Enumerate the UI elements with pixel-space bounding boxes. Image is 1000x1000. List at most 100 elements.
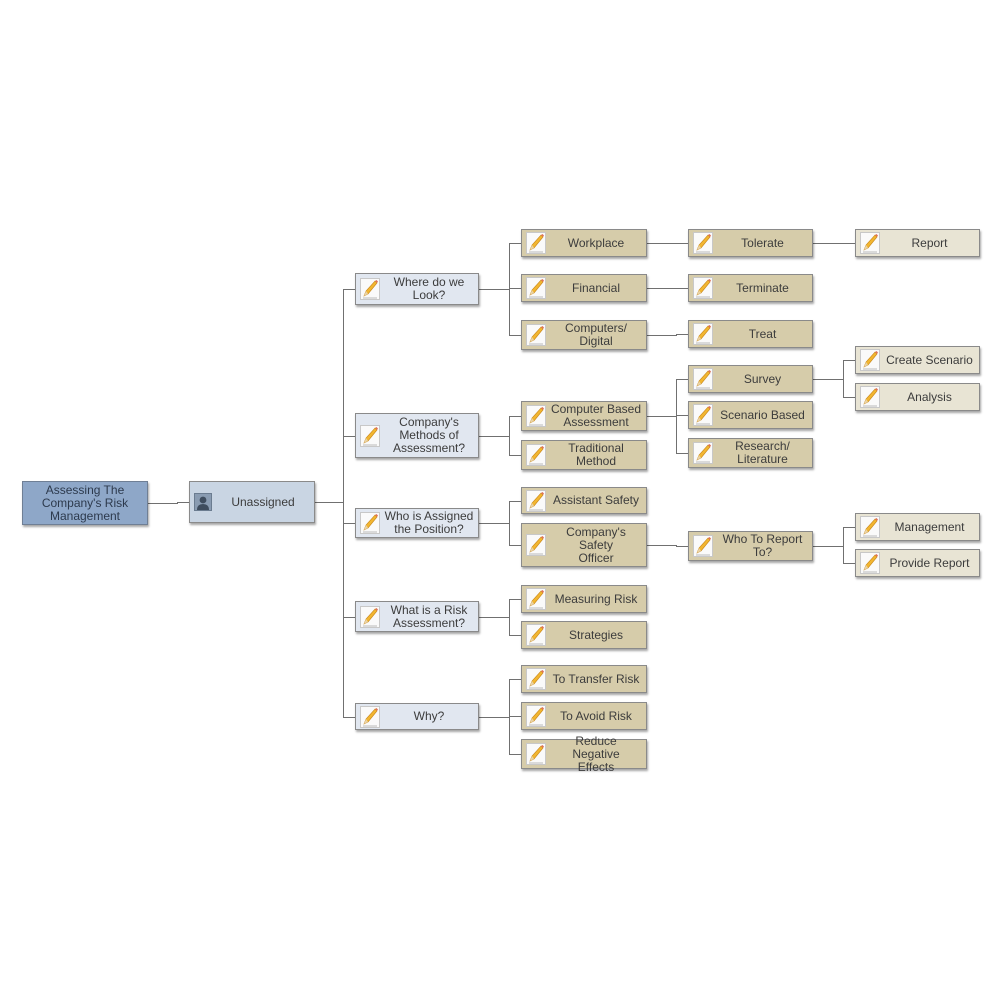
topic-label: Unassigned (231, 494, 295, 509)
pencil-note-icon[interactable] (860, 552, 880, 574)
pencil-note-icon[interactable] (526, 624, 546, 646)
connector-layer (148, 243, 855, 755)
connector-methods-cba (479, 416, 521, 437)
topic-node-workplace[interactable]: Workplace (521, 229, 647, 257)
topic-node-scenario[interactable]: Scenario Based (688, 401, 813, 429)
topic-node-computers[interactable]: Computers/ Digital (521, 320, 647, 350)
connector-whoreport-management (813, 527, 855, 547)
pencil-note-icon[interactable] (693, 368, 713, 390)
pencil-note-icon[interactable] (360, 605, 380, 628)
topic-node-financial[interactable]: Financial (521, 274, 647, 302)
topic-node-root[interactable]: Assessing The Company's Risk Management (22, 481, 148, 525)
pencil-note-icon[interactable] (526, 588, 546, 610)
connector-survey-create (813, 360, 855, 380)
topic-label: Computers/ Digital (564, 321, 628, 348)
pencil-note-icon[interactable] (860, 386, 880, 408)
topic-node-create[interactable]: Create Scenario (855, 346, 980, 374)
pencil-note-icon[interactable] (360, 278, 380, 300)
topic-node-why[interactable]: Why? (355, 703, 479, 730)
topic-label: To Avoid Risk (560, 708, 632, 723)
topic-node-what[interactable]: What is a Risk Assessment? (355, 601, 479, 632)
pencil-note-icon[interactable] (693, 404, 713, 426)
topic-label: Survey (743, 371, 782, 386)
topic-node-survey[interactable]: Survey (688, 365, 813, 393)
topic-node-terminate[interactable]: Terminate (688, 274, 813, 302)
topic-node-research[interactable]: Research/ Literature (688, 438, 813, 468)
pencil-note-icon[interactable] (526, 324, 546, 346)
topic-node-officer[interactable]: Company's Safety Officer (521, 523, 647, 567)
topic-node-report[interactable]: Report (855, 229, 980, 257)
pencil-note-icon[interactable] (526, 489, 546, 512)
topic-label: Report (911, 235, 948, 250)
topic-node-methods[interactable]: Company's Methods of Assessment? (355, 413, 479, 458)
pencil-note-icon[interactable] (860, 232, 880, 254)
connector-root-unassigned (148, 502, 189, 504)
connector-why-transfer (479, 679, 521, 718)
pencil-note-icon[interactable] (526, 444, 546, 466)
topic-node-who[interactable]: Who is Assigned the Position? (355, 508, 479, 538)
pencil-note-icon[interactable] (693, 442, 713, 464)
connector-why-reduce (479, 717, 521, 755)
connector-unassigned-what (315, 502, 355, 618)
topic-node-tolerate[interactable]: Tolerate (688, 229, 813, 257)
pencil-note-icon[interactable] (693, 535, 713, 557)
topic-label: Management (894, 519, 965, 534)
pencil-note-icon[interactable] (860, 516, 880, 538)
pencil-note-icon[interactable] (360, 705, 380, 728)
topic-label: Assessing The Company's Risk Management (41, 482, 129, 523)
topic-label: Measuring Risk (554, 591, 638, 606)
connector-cba-research (647, 416, 688, 454)
person-icon (194, 493, 212, 511)
pencil-note-icon[interactable] (693, 232, 713, 254)
pencil-note-icon[interactable] (360, 512, 380, 534)
topic-label: Who is Assigned the Position? (384, 509, 474, 536)
connector-where-computers (479, 289, 521, 336)
connector-what-measuring (479, 599, 521, 618)
topic-label: Tolerate (741, 235, 784, 250)
topic-node-treat[interactable]: Treat (688, 320, 813, 348)
topic-label: Strategies (568, 627, 624, 642)
topic-label: To Transfer Risk (552, 671, 640, 686)
connector-what-strategies (479, 617, 521, 636)
topic-label: Create Scenario (886, 352, 973, 367)
topic-node-avoid[interactable]: To Avoid Risk (521, 702, 647, 730)
topic-node-assistant[interactable]: Assistant Safety (521, 487, 647, 514)
topic-label: Why? (413, 709, 445, 723)
mind-map-canvas: Assessing The Company's Risk Management U… (0, 0, 1000, 1000)
pencil-note-icon[interactable] (526, 743, 546, 765)
pencil-note-icon[interactable] (526, 405, 546, 427)
topic-node-whoreport[interactable]: Who To Report To? (688, 531, 813, 561)
connector-unassigned-where (315, 289, 355, 503)
topic-node-cba[interactable]: Computer Based Assessment (521, 401, 647, 431)
pencil-note-icon[interactable] (526, 705, 546, 727)
topic-node-transfer[interactable]: To Transfer Risk (521, 665, 647, 693)
pencil-note-icon[interactable] (693, 323, 713, 345)
pencil-note-icon[interactable] (526, 534, 546, 556)
connector-who-assistant (479, 501, 521, 524)
pencil-note-icon[interactable] (526, 277, 546, 299)
topic-node-reduce[interactable]: Reduce Negative Effects (521, 734, 647, 773)
connector-methods-traditional (479, 436, 521, 456)
topic-label: Provide Report (889, 555, 970, 570)
topic-node-where[interactable]: Where do we Look? (355, 273, 479, 305)
pencil-note-icon[interactable] (860, 349, 880, 371)
topic-node-unassigned[interactable]: Unassigned (189, 481, 315, 523)
topic-node-traditional[interactable]: Traditional Method (521, 440, 647, 470)
connector-unassigned-methods (315, 436, 355, 503)
connector-officer-whoreport (647, 545, 688, 547)
topic-node-management[interactable]: Management (855, 513, 980, 541)
topic-label: Analysis (907, 389, 952, 404)
connector-where-workplace (479, 243, 521, 290)
connector-who-officer (479, 523, 521, 546)
pencil-note-icon[interactable] (526, 668, 546, 690)
topic-node-strategies[interactable]: Strategies (521, 621, 647, 649)
connector-survey-analysis (813, 379, 855, 398)
topic-label: Who To Report To? (722, 532, 803, 559)
topic-node-provide[interactable]: Provide Report (855, 549, 980, 577)
pencil-note-icon[interactable] (526, 232, 546, 254)
topic-node-analysis[interactable]: Analysis (855, 383, 980, 411)
pencil-note-icon[interactable] (360, 424, 380, 447)
topic-node-measuring[interactable]: Measuring Risk (521, 585, 647, 613)
topic-label: Treat (748, 326, 777, 341)
pencil-note-icon[interactable] (693, 277, 713, 299)
